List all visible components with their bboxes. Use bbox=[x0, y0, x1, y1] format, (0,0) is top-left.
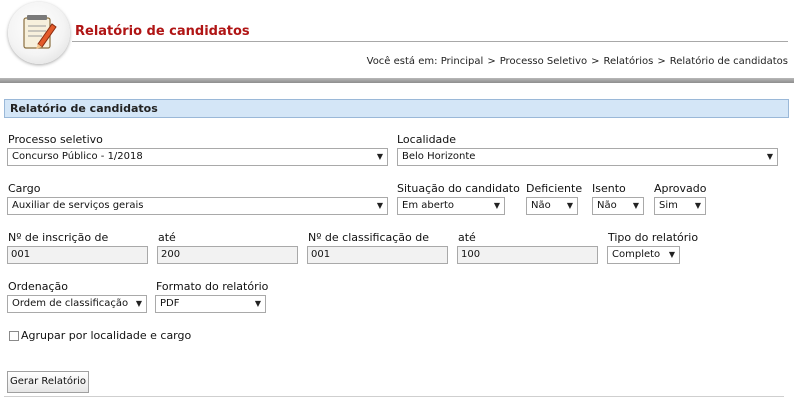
inscricao-ate-label: até bbox=[158, 231, 176, 244]
cargo-select-value: Auxiliar de serviços gerais bbox=[12, 200, 144, 211]
title-divider bbox=[72, 41, 788, 42]
deficiente-label: Deficiente bbox=[526, 182, 583, 195]
breadcrumb-prefix: Você está em: bbox=[366, 56, 438, 67]
chevron-down-icon: ▼ bbox=[254, 299, 261, 308]
classificacao-ate-input[interactable]: 100 bbox=[457, 246, 598, 264]
inscricao-de-label: Nº de inscrição de bbox=[8, 231, 109, 244]
formato-select[interactable]: PDF ▼ bbox=[155, 295, 266, 313]
formato-select-value: PDF bbox=[160, 298, 180, 309]
notepad-pencil-icon bbox=[8, 2, 70, 64]
cargo-label: Cargo bbox=[8, 182, 41, 195]
processo-select-value: Concurso Público - 1/2018 bbox=[12, 151, 143, 162]
processo-label: Processo seletivo bbox=[8, 133, 103, 146]
cargo-select[interactable]: Auxiliar de serviços gerais ▼ bbox=[7, 197, 388, 215]
page-header: Relatório de candidatos Você está em: Pr… bbox=[0, 0, 794, 84]
breadcrumb-item-current: Relatório de candidatos bbox=[669, 56, 788, 67]
isento-select[interactable]: Não ▼ bbox=[592, 197, 644, 215]
chevron-down-icon: ▼ bbox=[694, 201, 701, 210]
agrupar-checkbox[interactable] bbox=[9, 331, 19, 341]
isento-label: Isento bbox=[592, 182, 626, 195]
situacao-select-value: Em aberto bbox=[402, 200, 455, 211]
ordenacao-label: Ordenação bbox=[8, 280, 68, 293]
breadcrumb: Você está em: Principal > Processo Seletiv… bbox=[367, 56, 788, 67]
chevron-down-icon: ▼ bbox=[376, 152, 383, 161]
aprovado-select-value: Sim bbox=[659, 200, 678, 211]
classificacao-ate-label: até bbox=[458, 231, 476, 244]
breadcrumb-separator: > bbox=[657, 56, 666, 67]
section-title: Relatório de candidatos bbox=[4, 99, 789, 118]
breadcrumb-separator: > bbox=[591, 56, 600, 67]
localidade-select-value: Belo Horizonte bbox=[402, 151, 476, 162]
inscricao-ate-input[interactable]: 200 bbox=[157, 246, 298, 264]
breadcrumb-separator: > bbox=[487, 56, 496, 67]
page-title: Relatório de candidatos bbox=[75, 24, 250, 39]
aprovado-select[interactable]: Sim ▼ bbox=[654, 197, 706, 215]
aprovado-label: Aprovado bbox=[654, 182, 707, 195]
header-divider bbox=[0, 78, 794, 83]
classificacao-de-label: Nº de classificação de bbox=[308, 231, 429, 244]
chevron-down-icon: ▼ bbox=[493, 201, 500, 210]
tipo-select-value: Completo bbox=[612, 249, 661, 260]
chevron-down-icon: ▼ bbox=[668, 250, 675, 259]
agrupar-label: Agrupar por localidade e cargo bbox=[21, 329, 192, 342]
breadcrumb-item-relatorios[interactable]: Relatórios bbox=[604, 56, 654, 67]
chevron-down-icon: ▼ bbox=[376, 201, 383, 210]
footer-divider bbox=[4, 396, 784, 397]
deficiente-select[interactable]: Não ▼ bbox=[526, 197, 578, 215]
processo-select[interactable]: Concurso Público - 1/2018 ▼ bbox=[7, 148, 388, 166]
breadcrumb-item-principal[interactable]: Principal bbox=[441, 56, 484, 67]
chevron-down-icon: ▼ bbox=[766, 152, 773, 161]
chevron-down-icon: ▼ bbox=[135, 299, 142, 308]
localidade-label: Localidade bbox=[397, 133, 457, 146]
isento-select-value: Não bbox=[597, 200, 617, 211]
chevron-down-icon: ▼ bbox=[632, 201, 639, 210]
classificacao-de-input[interactable]: 001 bbox=[307, 246, 448, 264]
situacao-select[interactable]: Em aberto ▼ bbox=[397, 197, 505, 215]
inscricao-de-input[interactable]: 001 bbox=[7, 246, 148, 264]
tipo-label: Tipo do relatório bbox=[608, 231, 699, 244]
localidade-select[interactable]: Belo Horizonte ▼ bbox=[397, 148, 778, 166]
situacao-label: Situação do candidato bbox=[397, 182, 520, 195]
formato-label: Formato do relatório bbox=[156, 280, 269, 293]
chevron-down-icon: ▼ bbox=[566, 201, 573, 210]
ordenacao-select-value: Ordem de classificação bbox=[12, 298, 129, 309]
ordenacao-select[interactable]: Ordem de classificação ▼ bbox=[7, 295, 147, 313]
gerar-relatorio-button[interactable]: Gerar Relatório bbox=[7, 371, 89, 393]
deficiente-select-value: Não bbox=[531, 200, 551, 211]
tipo-select[interactable]: Completo ▼ bbox=[607, 246, 680, 264]
breadcrumb-item-processo[interactable]: Processo Seletivo bbox=[500, 56, 587, 67]
